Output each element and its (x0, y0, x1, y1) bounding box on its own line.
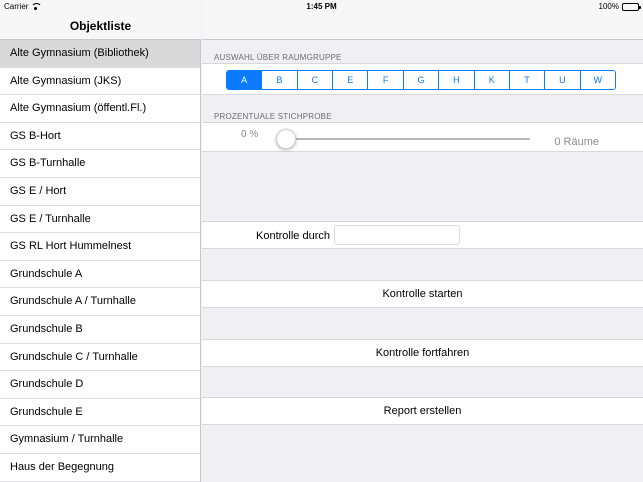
object-list-item[interactable]: Gymnasium / Turnhalle (0, 426, 200, 454)
group-segment-b[interactable]: B (262, 71, 298, 89)
object-list-item[interactable]: Haus der Begegnung (0, 454, 200, 482)
object-list-item[interactable]: Alte Gymnasium (Bibliothek) (0, 40, 200, 68)
group-segment-u[interactable]: U (545, 71, 581, 89)
continue-inspection-button[interactable]: Kontrolle fortfahren (202, 340, 643, 366)
clock: 1:45 PM (306, 2, 337, 11)
sidebar: Objektliste Alte Gymnasium (Bibliothek) A… (0, 0, 201, 482)
object-list-item[interactable]: Grundschule C / Turnhalle (0, 344, 200, 372)
inspector-row: Kontrolle durch (202, 221, 643, 249)
object-list-item[interactable]: Grundschule D (0, 371, 200, 399)
object-list-item[interactable]: Grundschule B (0, 316, 200, 344)
rooms-count-label: 0 Räume (554, 136, 599, 148)
sample-row: 0 % 0 Räume (202, 122, 643, 152)
group-segment-k[interactable]: K (474, 71, 510, 89)
percent-label: 0 % (241, 129, 259, 140)
object-list-item[interactable]: GS E / Hort (0, 178, 200, 206)
sample-section-label: PROZENTUALE STICHPROBE (214, 112, 332, 121)
object-list-item[interactable]: GS RL Hort Hummelnest (0, 233, 200, 261)
object-list-item[interactable]: GS B-Turnhalle (0, 150, 200, 178)
percent-slider-thumb[interactable] (276, 129, 296, 149)
sidebar-title: Objektliste (69, 19, 132, 33)
battery-info: 100% (598, 2, 641, 11)
group-segment-h[interactable]: H (439, 71, 475, 89)
object-list-item[interactable]: Grundschule E (0, 399, 200, 427)
inspector-input[interactable] (334, 225, 460, 245)
start-row: Kontrolle starten (202, 280, 643, 308)
status-bar: Carrier 1:45 PM 100% (0, 0, 643, 14)
group-segment-t[interactable]: T (509, 71, 546, 89)
group-segment-e[interactable]: E (333, 71, 369, 89)
group-segment-f[interactable]: F (368, 71, 404, 89)
object-list-item[interactable]: Alte Gymnasium (öffentl.Fl.) (0, 95, 200, 123)
object-list-item[interactable]: GS B-Hort (0, 123, 200, 151)
object-list: Alte Gymnasium (Bibliothek) Alte Gymnasiu… (0, 40, 200, 482)
continue-row: Kontrolle fortfahren (202, 339, 643, 367)
detail-panel: AUSWAHL ÜBER RAUMGRUPPE ABCEFGHKTUW PROZ… (202, 0, 643, 482)
group-segment-c[interactable]: C (297, 71, 334, 89)
object-list-item[interactable]: Grundschule A / Turnhalle (0, 288, 200, 316)
group-section-label: AUSWAHL ÜBER RAUMGRUPPE (214, 53, 342, 62)
create-report-button[interactable]: Report erstellen (202, 398, 643, 424)
group-segment-a[interactable]: A (227, 71, 263, 89)
group-segment-g[interactable]: G (403, 71, 440, 89)
battery-percent: 100% (598, 2, 619, 11)
room-group-segmented-control: ABCEFGHKTUW (226, 70, 616, 90)
percent-slider-track[interactable] (286, 138, 530, 140)
object-list-item[interactable]: GS E / Turnhalle (0, 206, 200, 234)
battery-icon (622, 2, 641, 11)
report-row: Report erstellen (202, 397, 643, 425)
object-list-item[interactable]: Grundschule A (0, 261, 200, 289)
start-inspection-button[interactable]: Kontrolle starten (202, 281, 643, 307)
object-list-item[interactable]: Alte Gymnasium (JKS) (0, 68, 200, 96)
group-selector-row: ABCEFGHKTUW (202, 63, 643, 95)
inspector-label: Kontrolle durch (256, 230, 330, 242)
group-segment-w[interactable]: W (580, 71, 615, 89)
